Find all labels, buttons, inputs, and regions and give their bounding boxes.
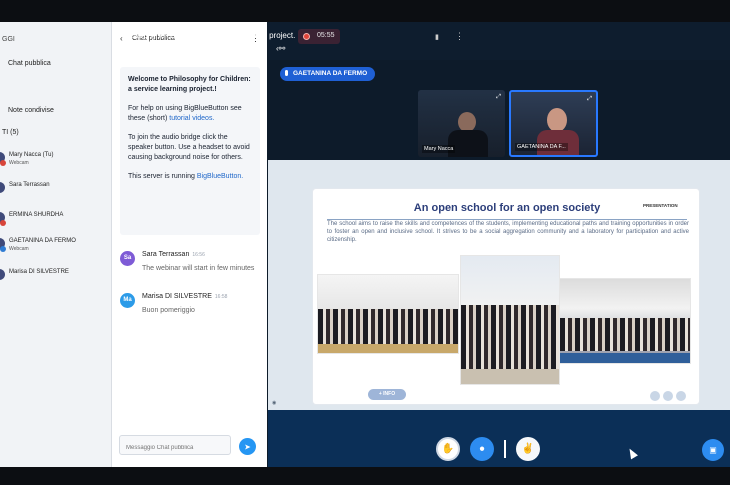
author-avatar: Ma	[120, 293, 135, 308]
message-text: The webinar will start in few minutes	[142, 265, 255, 272]
prev-icon[interactable]	[650, 391, 660, 401]
meeting-title: Philosophy for Children: a service learn…	[117, 31, 296, 40]
users-header: TI (5)	[2, 129, 19, 136]
shared-notes-link[interactable]: Note condivise	[8, 107, 54, 114]
bigbluebutton-link[interactable]: BigBlueButton.	[197, 173, 243, 180]
message-time: 16:56	[192, 252, 205, 258]
raise-hand-icon: ✌	[521, 443, 535, 455]
send-icon: ➤	[244, 442, 251, 451]
users-toggle-icon[interactable]: ‹⚯	[276, 44, 285, 53]
tutorial-videos-link[interactable]: tutorial videos.	[169, 115, 214, 122]
author-avatar: Sa	[120, 251, 135, 266]
webcam-status-icon	[0, 246, 6, 252]
audio-button[interactable]: ✋	[436, 437, 460, 461]
more-icon[interactable]	[676, 391, 686, 401]
video-tile[interactable]: ⤢ Mary Nacca	[418, 90, 505, 157]
user-item[interactable]: Sara Terrassan	[0, 180, 110, 202]
message-author: Marisa DI SILVESTRE 16:58	[142, 293, 227, 300]
slide-navigation[interactable]	[650, 388, 692, 401]
server-text: This server is running BigBlueButton.	[128, 172, 252, 182]
mic-icon	[285, 70, 288, 76]
toolbar-divider	[504, 440, 506, 458]
message-time: 16:58	[214, 294, 228, 300]
raise-hand-button[interactable]: ✌	[516, 437, 540, 461]
audio-help-text: To join the audio bridge click the speak…	[128, 134, 250, 161]
group-photo	[559, 278, 691, 364]
user-sub: Webcam	[9, 246, 29, 252]
public-chat-link[interactable]: Chat pubblica	[8, 60, 51, 67]
presentation-slide: An open school for an open society PRESE…	[312, 188, 700, 405]
actions-bar: ✋ ● ✌ ▣	[268, 410, 730, 467]
layout-button[interactable]: ▣	[702, 439, 724, 461]
user-item[interactable]: ERMINA SHURDHA	[0, 210, 110, 232]
video-name: Mary Nacca	[422, 145, 456, 153]
hand-icon: ✋	[441, 443, 455, 455]
user-item[interactable]: Mary Nacca (Tu) Webcam	[0, 150, 110, 172]
video-name: GAETANINA DA F...	[515, 143, 568, 151]
talking-indicator: GAETANINA DA FERMO	[280, 67, 375, 81]
layout-icon: ▣	[709, 445, 717, 455]
send-button[interactable]: ➤	[239, 438, 256, 455]
user-avatar	[0, 269, 5, 280]
record-icon	[303, 33, 310, 40]
message-author: Sara Terrassan 16:56	[142, 251, 205, 258]
slide-text: The school aims to raise the skills and …	[327, 221, 689, 243]
slide-tag: PRESENTATION	[643, 203, 678, 208]
chat-panel: ‹ Chat pubblica ⋮ Welcome to Philosophy …	[112, 22, 267, 467]
connection-status-icon[interactable]: ▮	[435, 33, 439, 41]
recording-time: 05:55	[317, 32, 335, 39]
user-item[interactable]: GAETANINA DA FERMO Webcam	[0, 236, 110, 258]
recording-indicator[interactable]: 05:55	[298, 29, 340, 44]
chat-input-container	[119, 435, 231, 457]
school-logo-icon: ◉	[272, 400, 277, 406]
video-tile[interactable]: ⤢ GAETANINA DA F...	[509, 90, 598, 157]
user-name: Mary Nacca (Tu)	[9, 152, 54, 158]
mic-status-icon	[0, 220, 6, 226]
participant-head	[458, 112, 476, 132]
user-sub: Webcam	[9, 160, 29, 166]
messages-section-label: GGI	[2, 36, 15, 43]
fullscreen-icon[interactable]: ⤢	[496, 94, 501, 101]
welcome-heading: Welcome to Philosophy for Children: a se…	[128, 76, 251, 93]
info-button[interactable]: + INFO	[368, 389, 406, 400]
webcam-status-icon	[0, 160, 6, 166]
talker-name: GAETANINA DA FERMO	[293, 70, 368, 77]
group-photo	[317, 274, 459, 354]
author-name: Marisa DI SILVESTRE	[142, 293, 212, 300]
participant-head	[547, 108, 567, 132]
user-list-panel: GGI Chat pubblica Note condivise TI (5) …	[0, 22, 112, 467]
group-photo	[460, 255, 560, 385]
fullscreen-icon[interactable]: ⤢	[587, 96, 592, 103]
user-name: Sara Terrassan	[9, 182, 50, 188]
author-name: Sara Terrassan	[142, 251, 190, 258]
options-menu-icon[interactable]: ⋮	[455, 31, 464, 42]
server-prefix: This server is running	[128, 173, 197, 180]
chat-message-input[interactable]	[120, 439, 230, 457]
user-name: GAETANINA DA FERMO	[9, 238, 76, 244]
message-text: Buon pomeriggio	[142, 307, 195, 314]
video-camera-icon: ●	[478, 443, 486, 455]
camera-button[interactable]: ●	[470, 437, 494, 461]
user-avatar	[0, 182, 5, 193]
user-name: Marisa DI SILVESTRE	[9, 269, 69, 275]
welcome-message: Welcome to Philosophy for Children: a se…	[120, 67, 260, 235]
user-item[interactable]: Marisa DI SILVESTRE	[0, 267, 110, 289]
next-icon[interactable]	[663, 391, 673, 401]
user-name: ERMINA SHURDHA	[9, 212, 64, 218]
help-text: For help on using BigBlueButton see thes…	[128, 104, 252, 124]
